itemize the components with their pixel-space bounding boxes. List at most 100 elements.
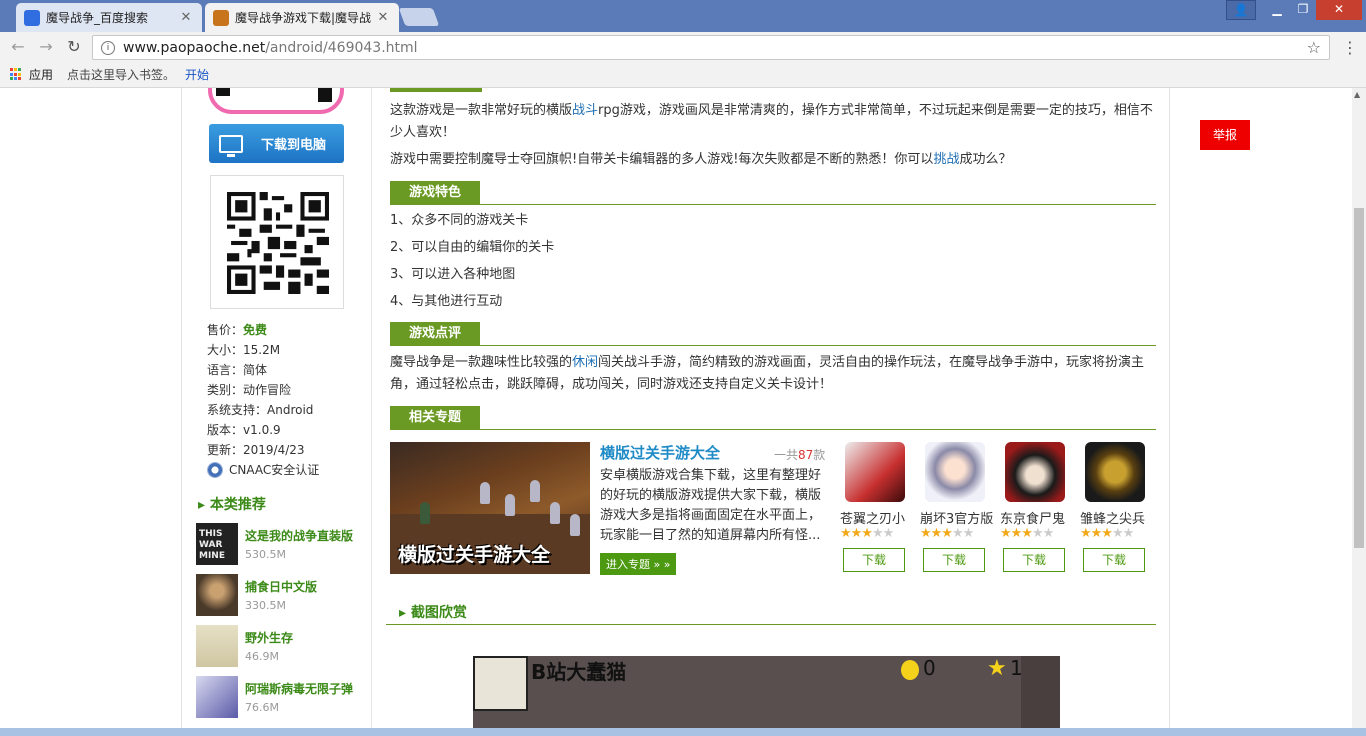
feature-item: 2、可以自由的编辑你的关卡 <box>390 240 555 255</box>
topic-description: 安卓横版游戏合集下载，这里有整理好的好玩的横版游戏提供大家下载，横版游戏大多是指… <box>600 468 822 543</box>
address-bar[interactable]: i www.paopaoche.net/android/469043.html … <box>92 35 1330 60</box>
close-icon[interactable]: ✕ <box>178 10 194 25</box>
baidu-paw-icon <box>24 9 40 26</box>
player-avatar <box>473 656 528 711</box>
game-thumbnail[interactable] <box>196 676 238 718</box>
bookmark-apps[interactable]: 应用 <box>29 66 53 83</box>
url-path: /android/469043.html <box>265 39 418 56</box>
recommend-size: 76.6M <box>245 701 279 714</box>
scroll-up-icon[interactable]: ▲ <box>1354 90 1360 99</box>
intro-paragraph-2: 游戏中需要控制魔导士夺回旗帜!自带关卡编辑器的多人游戏!每次失败都是不断的熟悉！… <box>390 152 1012 167</box>
page-scrollbar[interactable]: ▲ <box>1352 88 1366 736</box>
tab-title: 魔导战争_百度搜索 <box>46 11 149 25</box>
features-title: 游戏特色 <box>390 181 481 204</box>
list-item[interactable]: 阿瑞斯病毒无限子弹 76.6M <box>196 676 366 727</box>
feature-item: 3、可以进入各种地图 <box>390 267 516 282</box>
topic-banner[interactable]: 横版过关手游大全 <box>390 442 590 574</box>
tab-title: 魔导战争游戏下载|魔导战 <box>235 11 372 25</box>
close-icon[interactable]: ✕ <box>375 10 391 25</box>
related-header: 相关专题 <box>390 406 1156 430</box>
game-name[interactable]: 东京食尸鬼 <box>1000 508 1076 527</box>
coin-icon <box>901 660 919 680</box>
features-list: 1、众多不同的游戏关卡 2、可以自由的编辑你的关卡 3、可以进入各种地图 4、与… <box>390 207 554 315</box>
list-item[interactable]: THIS WAR MINE 这是我的战争直装版 530.5M <box>196 523 366 574</box>
game-icon[interactable] <box>925 442 985 502</box>
cnaac-label: CNAAC安全认证 <box>229 463 320 477</box>
cnaac-cert[interactable]: CNAAC安全认证 <box>207 460 319 480</box>
link-casual[interactable]: 休闲 <box>572 355 598 370</box>
download-button[interactable]: 下载 <box>923 548 985 572</box>
link-challenge[interactable]: 挑战 <box>933 152 959 167</box>
monitor-icon <box>219 134 243 157</box>
recommend-title: 本类推荐 <box>198 494 266 514</box>
coin-count: 0 <box>923 656 936 680</box>
download-button[interactable]: 下载 <box>843 548 905 572</box>
bookmark-start-link[interactable]: 开始 <box>185 66 209 83</box>
bookmark-import-hint: 点击这里导入书签。 <box>67 68 176 82</box>
game-screenshot[interactable]: B站大蠢猫 0 ★ 1094 <box>473 656 1060 736</box>
reload-icon[interactable]: ↻ <box>64 38 84 58</box>
download-to-pc-label: 下载到电脑 <box>261 138 327 153</box>
recommend-name[interactable]: 这是我的战争直装版 <box>245 527 353 544</box>
list-item[interactable]: 野外生存 46.9M <box>196 625 366 676</box>
scrollbar-thumb[interactable] <box>1354 208 1364 548</box>
game-icon[interactable] <box>845 442 905 502</box>
page-viewport: 下载到电脑 售价：免费 大小：15.2M 语言：简体 类别：动作冒险 系统支持：… <box>0 88 1352 736</box>
download-to-pc-button[interactable]: 下载到电脑 <box>209 124 344 163</box>
app-logo <box>208 88 344 114</box>
review-title: 游戏点评 <box>390 322 481 345</box>
cnaac-badge-icon <box>207 462 223 478</box>
menu-dots-icon[interactable]: ⋮ <box>1342 38 1358 57</box>
game-thumbnail[interactable] <box>196 574 238 616</box>
meta-language: 语言：简体 <box>207 363 268 377</box>
game-icon[interactable] <box>1005 442 1065 502</box>
game-thumbnail[interactable]: THIS WAR MINE <box>196 523 238 565</box>
intro-paragraph-1: 这款游戏是一款非常好玩的横版战斗rpg游戏，游戏画风是非常清爽的，操作方式非常简… <box>390 103 1153 140</box>
recommend-name[interactable]: 捕食日中文版 <box>245 578 317 595</box>
tab-baidu-search[interactable]: 魔导战争_百度搜索 ✕ <box>16 3 202 32</box>
topic-title-link[interactable]: 横版过关手游大全 <box>600 442 720 463</box>
section-tab-remnant <box>390 88 482 92</box>
recommend-size: 530.5M <box>245 548 286 561</box>
meta-price: 售价：免费 <box>207 323 268 337</box>
back-arrow-icon[interactable]: ← <box>8 38 28 58</box>
rating-stars: ★★★★★ <box>840 526 894 541</box>
bookmarks-bar: 应用 点击这里导入书签。 开始 <box>0 62 1366 88</box>
recommend-name[interactable]: 野外生存 <box>245 629 293 646</box>
game-icon[interactable] <box>1085 442 1145 502</box>
star-icon: ★ <box>987 656 1007 681</box>
recommend-size: 330.5M <box>245 599 286 612</box>
new-tab-button[interactable] <box>398 8 440 26</box>
list-item[interactable]: 捕食日中文版 330.5M <box>196 574 366 625</box>
user-profile-icon[interactable]: 👤 <box>1226 0 1256 20</box>
game-name[interactable]: 雏蜂之尖兵 <box>1080 508 1156 527</box>
player-name: B站大蠢猫 <box>531 660 627 684</box>
bookmark-star-icon[interactable]: ☆ <box>1307 38 1321 57</box>
rating-stars: ★★★★★ <box>920 526 974 541</box>
content-wrapper: 下载到电脑 售价：免费 大小：15.2M 语言：简体 类别：动作冒险 系统支持：… <box>181 88 1170 736</box>
topic-count: 一共87款 <box>774 448 826 462</box>
report-button[interactable]: 举报 <box>1200 120 1250 150</box>
apps-grid-icon[interactable] <box>10 68 23 81</box>
related-title: 相关专题 <box>390 406 481 429</box>
tab-paopaoche[interactable]: 魔导战争游戏下载|魔导战 ✕ <box>205 3 399 32</box>
topic-banner-caption: 横版过关手游大全 <box>398 544 551 566</box>
enter-topic-button[interactable]: 进入专题 » » <box>600 553 677 575</box>
recommend-name[interactable]: 阿瑞斯病毒无限子弹 <box>245 680 353 697</box>
game-name[interactable]: 崩坏3官方版 <box>920 508 996 527</box>
recommend-list: THIS WAR MINE 这是我的战争直装版 530.5M 捕食日中文版 330.… <box>196 523 366 727</box>
info-icon[interactable]: i <box>101 40 115 55</box>
browser-tab-bar: 魔导战争_百度搜索 ✕ 魔导战争游戏下载|魔导战 ✕ 👤 ▁ ❐ ✕ <box>0 0 1366 32</box>
download-button[interactable]: 下载 <box>1003 548 1065 572</box>
link-battle[interactable]: 战斗 <box>572 103 598 118</box>
download-button[interactable]: 下载 <box>1083 548 1145 572</box>
game-name[interactable]: 苍翼之刃小 <box>840 508 916 527</box>
meta-category: 类别：动作冒险 <box>207 383 292 397</box>
forward-arrow-icon[interactable]: → <box>36 38 56 58</box>
review-header: 游戏点评 <box>390 322 1156 346</box>
browser-toolbar: ← → ↻ i www.paopaoche.net/android/469043… <box>0 32 1366 62</box>
maximize-icon[interactable]: ❐ <box>1288 0 1318 20</box>
game-thumbnail[interactable] <box>196 625 238 667</box>
screenshots-divider <box>386 624 1156 625</box>
close-window-icon[interactable]: ✕ <box>1316 0 1362 20</box>
